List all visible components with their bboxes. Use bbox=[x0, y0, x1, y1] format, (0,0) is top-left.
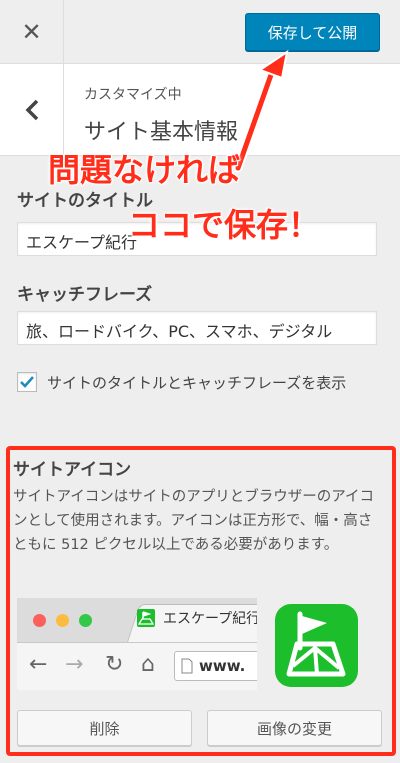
display-header-text-label: サイトのタイトルとキャッチフレーズを表示 bbox=[47, 374, 347, 392]
minimize-dot-icon bbox=[56, 614, 69, 627]
browser-tab-title: エスケープ紀行 bbox=[163, 611, 257, 627]
back-button[interactable] bbox=[0, 64, 64, 156]
remove-icon-button[interactable]: 削除 bbox=[17, 710, 192, 746]
forward-arrow-icon: → bbox=[65, 652, 84, 677]
site-favicon-icon bbox=[137, 609, 155, 627]
display-header-text-checkbox[interactable] bbox=[17, 372, 37, 392]
maximize-dot-icon bbox=[79, 614, 92, 627]
chevron-left-icon bbox=[25, 99, 38, 121]
tagline-input[interactable]: 旅、ロードバイク、PC、スマホ、デジタル bbox=[17, 311, 377, 345]
reload-icon: ↻ bbox=[105, 652, 124, 677]
section-title: サイト基本情報 bbox=[84, 120, 239, 145]
address-bar-text: www. bbox=[199, 657, 246, 675]
site-icon-title: サイトアイコン bbox=[13, 460, 132, 480]
browser-preview: エスケープ紀行 ← → ↻ ⌂ www. bbox=[17, 598, 257, 690]
page-icon bbox=[181, 658, 193, 674]
close-dot-icon bbox=[33, 614, 46, 627]
tagline-label: キャッチフレーズ bbox=[17, 285, 153, 305]
address-bar: www. bbox=[174, 651, 257, 681]
app-icon-preview bbox=[275, 604, 358, 687]
home-icon: ⌂ bbox=[141, 652, 155, 677]
annotation-text-line1: 問題なければ bbox=[47, 150, 241, 190]
close-button[interactable]: ✕ bbox=[0, 0, 64, 64]
checkmark-icon bbox=[20, 376, 34, 388]
customizer-topbar: ✕ 保存して公開 bbox=[0, 0, 400, 64]
change-image-button[interactable]: 画像の変更 bbox=[207, 710, 382, 746]
save-and-publish-button[interactable]: 保存して公開 bbox=[245, 13, 380, 51]
browser-tab-content: エスケープ紀行 bbox=[137, 608, 257, 628]
back-arrow-icon: ← bbox=[29, 652, 48, 677]
browser-toolbar: ← → ↻ ⌂ www. bbox=[17, 642, 257, 690]
header-subtitle: カスタマイズ中 bbox=[84, 87, 182, 103]
close-icon: ✕ bbox=[21, 18, 42, 46]
flag-map-icon bbox=[286, 611, 346, 677]
site-icon-description: サイトアイコンはサイトのアプリとブラウザーのアイコンとして使用されます。アイコン… bbox=[13, 489, 375, 553]
annotation-text-line2: ココで保存！ bbox=[127, 205, 321, 245]
section-header: カスタマイズ中 サイト基本情報 bbox=[0, 64, 400, 156]
